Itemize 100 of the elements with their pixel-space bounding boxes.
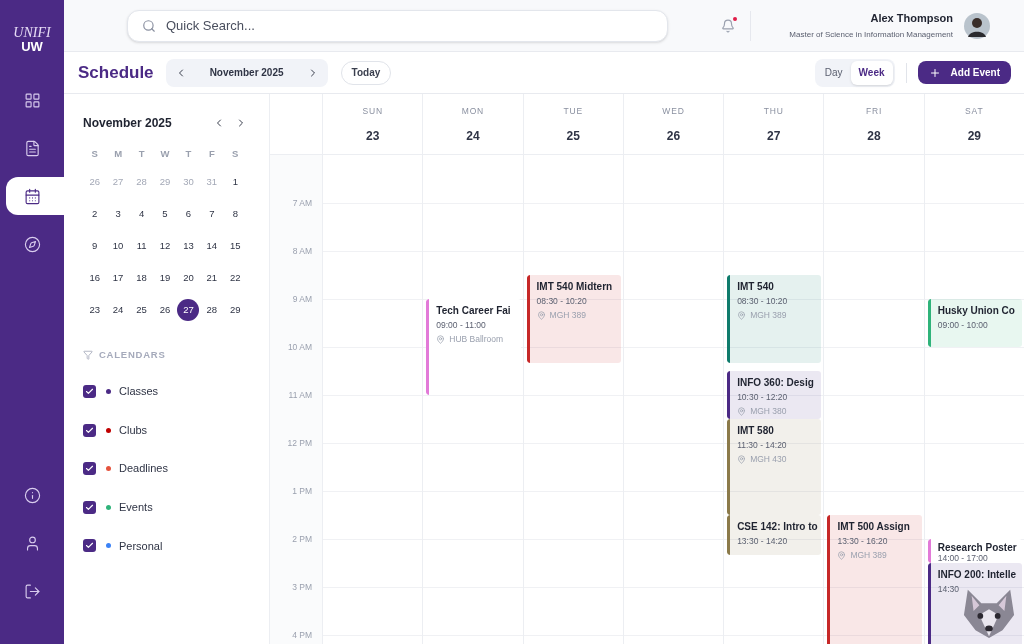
mini-calendar-title: November 2025 [83,115,172,132]
weekday-header: TUE [563,105,583,118]
event-title: INFO 200: Intelle [937,568,1017,581]
hour-label: 7 AM [292,196,312,210]
calendar-day[interactable]: 25 [130,299,153,321]
calendar-day[interactable]: 16 [83,267,106,289]
hour-label: 12 PM [287,436,312,450]
hour-label: 8 AM [292,244,312,258]
calendar-day[interactable]: 11 [130,235,153,257]
calendar-day[interactable]: 13 [177,235,200,257]
event-time: 14:00 - 17:00 [937,554,989,563]
logo-text: UW [21,40,43,53]
filter-icon [83,350,93,361]
event-card[interactable]: Husky Union Co 09:00 - 10:00 [927,299,1022,347]
calendar-day[interactable]: 2 [83,203,106,225]
event-time: 11:30 - 14:20 [737,440,787,451]
event-card[interactable]: IMT 540 08:30 - 10:20 MGH 389 [727,275,822,363]
today-button[interactable]: Today [340,60,392,85]
calendar-day[interactable]: 7 [200,203,223,225]
event-card[interactable]: IMT 500 Assign 13:30 - 16:20 MGH 389 [827,515,922,644]
calendar-checkbox[interactable] [83,423,96,437]
weekday-header: WED [662,105,685,118]
calendar-day[interactable]: 3 [107,203,130,225]
calendar-day[interactable]: 15 [224,235,247,257]
calendar-checkbox[interactable] [83,385,96,399]
calendar-day[interactable]: 28 [200,299,223,321]
event-location: MGH 389 [750,310,787,321]
date-header: 26 [666,127,681,145]
event-card[interactable]: INFO 360: Desig 10:30 - 12:20 MGH 380 [727,371,822,419]
calendar-icon [23,187,41,205]
calendar-day[interactable]: 6 [177,203,200,225]
calendar-day[interactable]: 9 [83,235,106,257]
search-icon [142,18,156,33]
view-tab[interactable]: Day [816,60,851,85]
search-placeholder: Quick Search... [166,16,255,35]
calendar-day[interactable]: 18 [130,267,153,289]
event-card[interactable]: Research Poster 14:00 - 17:00 [927,539,1022,563]
calendar-checkbox[interactable] [83,539,96,553]
info-icon [23,486,41,504]
calendar-day[interactable]: 1 [224,171,247,193]
event-card[interactable]: IMT 580 11:30 - 14:20 MGH 430 [727,419,822,515]
calendar-day[interactable]: 5 [154,203,176,225]
event-time: 09:00 - 10:00 [937,320,989,331]
location-pin-icon [737,407,747,416]
location-pin-icon [536,311,546,320]
view-tab[interactable]: Week [850,60,893,85]
logout-icon [23,582,41,600]
calendar-day[interactable]: 10 [107,235,130,257]
date-header: 23 [365,127,380,145]
calendar-day[interactable]: 19 [154,267,176,289]
calendar-day[interactable]: 27 [177,299,200,321]
document-icon [23,139,41,157]
check-icon [85,541,94,551]
calendar-checkbox[interactable] [83,500,96,514]
event-time: 14:30 [937,584,960,595]
plus-icon [928,66,941,79]
calendar-day[interactable]: 12 [154,235,176,257]
date-header: 25 [566,127,580,145]
search-field[interactable]: Quick Search... [127,9,668,42]
calendar-day[interactable]: 17 [107,267,130,289]
date-header: 28 [867,127,881,145]
date-header: 24 [466,127,480,145]
hour-label: 10 AM [287,340,312,354]
check-icon [85,387,94,397]
nav-item[interactable] [6,177,64,215]
weekday-label: T [137,146,146,161]
event-card[interactable]: CSE 142: Intro to 13:30 - 14:20 [727,515,822,555]
calendar-day[interactable]: 20 [177,267,200,289]
add-event-button[interactable]: Add Event [917,61,1011,84]
date-header: 29 [967,127,981,145]
calendar-day[interactable]: 14 [200,235,223,257]
logo-text: UNIFI [13,26,51,40]
weekday-header: FRI [865,105,883,118]
calendar-day[interactable]: 29 [224,299,247,321]
event-time: 13:30 - 14:20 [737,536,789,547]
calendar-day[interactable]: 21 [200,267,223,289]
calendar-checkbox[interactable] [83,462,96,476]
event-title: Husky Union Co [937,304,1015,317]
hour-label: 9 AM [292,292,312,306]
weekday-header: SAT [965,105,984,118]
event-title: CSE 142: Intro to [737,520,818,533]
calendar-day[interactable]: 26 [154,299,176,321]
event-title: Research Poster [937,542,1017,553]
user-name: Alex Thompson [870,11,953,27]
weekday-label: M [113,146,124,161]
weekday-label: T [184,146,193,161]
calendar-day[interactable]: 4 [130,203,153,225]
calendar-day[interactable]: 24 [107,299,130,321]
event-title: IMT 540 Midtern [536,280,613,293]
calendar-day[interactable]: 8 [224,203,247,225]
calendar-day[interactable]: 22 [224,267,247,289]
event-time: 10:30 - 12:20 [737,392,789,403]
event-card[interactable]: Tech Career Fai 09:00 - 11:00 HUB Ballroom [426,299,521,395]
avatar[interactable] [964,12,990,39]
weekday-header: THU [763,105,784,118]
notification-button[interactable] [721,18,735,33]
event-title: IMT 580 [737,424,775,437]
hour-label: 4 PM [292,628,312,642]
event-card[interactable]: IMT 540 Midtern 08:30 - 10:20 MGH 389 [526,275,621,363]
calendar-day[interactable]: 23 [83,299,106,321]
